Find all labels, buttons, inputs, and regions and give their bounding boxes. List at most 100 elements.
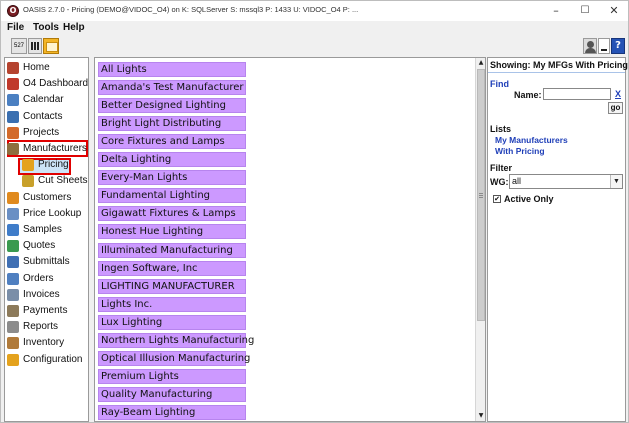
showing-label: Showing: My MFGs With Pricing: [490, 60, 628, 70]
manufacturer-item[interactable]: Core Fixtures and Lamps: [98, 134, 246, 150]
configuration-icon: [7, 353, 19, 366]
manufacturer-item[interactable]: Ingen Software, Inc: [98, 260, 246, 276]
with-pricing-link[interactable]: With Pricing: [495, 146, 545, 156]
manufacturer-item[interactable]: Better Designed Lighting: [98, 98, 246, 114]
user-icon[interactable]: [583, 38, 597, 54]
sidebar-item-label: Orders: [23, 272, 54, 284]
customers-icon: [7, 191, 19, 204]
invoices-icon: [7, 288, 19, 301]
manufacturer-item[interactable]: Quality Manufacturing: [98, 386, 246, 402]
active-only-label[interactable]: Active Only: [504, 194, 554, 204]
manufacturer-item[interactable]: Optical Illusion Manufacturing: [98, 350, 250, 366]
orders-icon: [7, 272, 19, 285]
manufacturer-item[interactable]: All Lights: [98, 62, 246, 77]
divider: [488, 72, 625, 73]
home-icon: [7, 62, 19, 74]
scroll-thumb[interactable]: [477, 69, 485, 321]
contacts-icon: [7, 110, 19, 123]
minimize-panel-icon[interactable]: [598, 38, 610, 54]
menu-help[interactable]: Help: [63, 22, 85, 33]
sidebar-item-label: Contacts: [23, 110, 63, 122]
find-heading: Find: [490, 79, 509, 89]
title-bar: O OASIS 2.7.0 - Pricing (DEMO@VIDOC_O4) …: [1, 1, 628, 21]
wg-select[interactable]: all ▼: [509, 174, 623, 189]
sidebar-item-label: Quotes: [23, 240, 56, 252]
calendar-icon: [7, 94, 19, 107]
sidebar-item-label: Samples: [23, 224, 62, 235]
sidebar-item-label: Reports: [23, 321, 59, 333]
app-window: O OASIS 2.7.0 - Pricing (DEMO@VIDOC_O4) …: [0, 0, 629, 423]
dashboard-icon: [7, 78, 19, 91]
help-icon[interactable]: ?: [611, 38, 625, 54]
manufacturer-item[interactable]: Lux Lighting: [98, 314, 246, 330]
chevron-down-icon[interactable]: ▼: [610, 175, 622, 188]
menu-tools[interactable]: Tools: [33, 22, 59, 33]
manufacturer-item[interactable]: Fundamental Lighting: [98, 188, 246, 204]
active-only-checkbox[interactable]: ✔: [493, 195, 501, 203]
navigation-panel: Home O4 Dashboard Calendar Contacts Projects…: [4, 57, 89, 422]
sidebar-item-label: Configuration: [23, 353, 83, 365]
manufacturer-item[interactable]: Gigawatt Fixtures & Lamps: [98, 206, 246, 222]
filter-panel: Showing: My MFGs With Pricing Find Name:…: [487, 57, 628, 422]
manufacturer-item[interactable]: Northern Lights Manufacturing: [98, 332, 254, 348]
name-label: Name:: [514, 90, 542, 100]
clear-search-link[interactable]: X: [615, 89, 621, 99]
wg-selected-value: all: [512, 176, 522, 186]
manufacturer-item[interactable]: Illuminated Manufacturing: [98, 242, 246, 258]
cut-sheets-icon: [22, 175, 34, 188]
inventory-icon: [7, 337, 19, 350]
sidebar-item-label: Invoices: [23, 288, 60, 300]
oasis-logo-icon: O: [7, 5, 19, 17]
menu-bar: File Tools Help: [1, 21, 628, 36]
sidebar-item-label: Cut Sheets: [38, 175, 88, 187]
toolbar: 527 ?: [1, 36, 628, 56]
manufacturer-item[interactable]: Every-Man Lights: [98, 170, 246, 186]
pricing-icon: [22, 159, 34, 172]
manufacturer-item[interactable]: Lights Inc.: [98, 296, 246, 312]
price-lookup-icon: [7, 207, 19, 220]
sidebar-item-label: Inventory: [23, 337, 65, 349]
my-manufacturers-link[interactable]: My Manufacturers: [495, 135, 568, 145]
reports-icon: [7, 321, 19, 334]
go-button[interactable]: go: [608, 102, 623, 114]
manufacturer-item[interactable]: LIGHTING MANUFACTURER: [98, 278, 246, 294]
minimize-button[interactable]: –: [542, 1, 570, 21]
quotes-icon: [7, 240, 19, 253]
manufacturer-item[interactable]: Delta Lighting: [98, 152, 246, 168]
projects-icon: [7, 126, 19, 139]
menu-file[interactable]: File: [7, 22, 24, 33]
lists-heading: Lists: [490, 124, 512, 134]
sidebar-item-label: Calendar: [23, 94, 64, 106]
sidebar-item-label: Customers: [23, 191, 72, 203]
sidebar-item-label: Submittals: [23, 256, 70, 268]
folder-icon[interactable]: [43, 38, 59, 54]
sidebar-item-label: Home: [23, 62, 50, 73]
filter-heading: Filter: [490, 163, 513, 173]
scroll-down-icon[interactable]: ▼: [476, 411, 486, 421]
grid-view-icon[interactable]: [28, 38, 42, 54]
manufacturer-item[interactable]: Bright Light Distributing: [98, 116, 246, 132]
sidebar-item-label: Payments: [23, 305, 68, 316]
manufacturer-list-panel: All Lights Amanda's Test Manufacturer Bett…: [94, 57, 486, 422]
close-button[interactable]: ✕: [600, 1, 628, 21]
manufacturers-icon: [7, 143, 19, 155]
payments-icon: [7, 305, 19, 317]
scroll-grip: [479, 192, 483, 198]
sidebar-item-label: O4 Dashboard: [23, 78, 89, 90]
manufacturer-item[interactable]: Amanda's Test Manufacturer: [98, 80, 246, 96]
wg-label: WG:: [490, 177, 509, 187]
sidebar-item-label: Pricing: [38, 159, 69, 171]
sidebar-item-label: Manufacturers: [23, 143, 87, 154]
window-title: OASIS 2.7.0 - Pricing (DEMO@VIDOC_O4) on…: [23, 5, 359, 14]
maximize-button[interactable]: ☐: [571, 1, 599, 21]
scroll-up-icon[interactable]: ▲: [476, 58, 486, 68]
samples-icon: [7, 224, 19, 236]
list-scrollbar[interactable]: ▲ ▼: [475, 58, 485, 421]
name-search-input[interactable]: [543, 88, 611, 100]
submittals-icon: [7, 256, 19, 269]
manufacturer-item[interactable]: Ray-Beam Lighting: [98, 404, 246, 420]
calendar-day-button[interactable]: 527: [11, 38, 27, 54]
manufacturer-item[interactable]: Premium Lights: [98, 368, 246, 384]
manufacturer-item[interactable]: Honest Hue Lighting: [98, 224, 246, 240]
manufacturer-list: All Lights Amanda's Test Manufacturer Bett…: [95, 58, 475, 421]
